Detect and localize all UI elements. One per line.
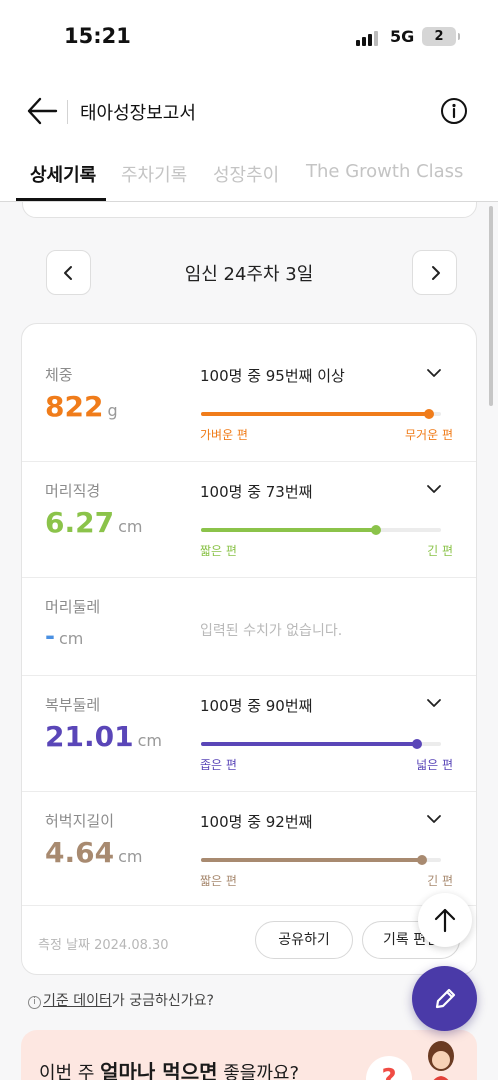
status-bar: 15:21 5G 2: [0, 0, 498, 72]
scrollbar[interactable]: [489, 206, 493, 406]
percentile-marker: [424, 409, 434, 419]
measurement-card: 체중 822 g 100명 중 95번째 이상 가벼운 편 무거운 편 머리직경 …: [21, 323, 477, 975]
promo-banner[interactable]: 이번 주 얼마나 먹으면 좋을까요? ?: [21, 1030, 477, 1080]
metric-head-circumference: 머리둘레 - cm 입력된 수치가 없습니다.: [22, 578, 476, 676]
scale-left-label: 가벼운 편: [200, 428, 248, 442]
metric-unit: cm: [118, 847, 143, 866]
percentile-bar: [201, 409, 441, 419]
metric-unit: cm: [58, 629, 84, 648]
share-button[interactable]: 공유하기: [255, 921, 353, 959]
content-area[interactable]: 임신 24주차 3일 체중 822 g 100명 중 95번째 이상 가벼운 편 …: [0, 202, 498, 1080]
metric-value: - cm: [45, 622, 84, 650]
signal-icon: [356, 30, 382, 46]
status-time: 15:21: [64, 24, 131, 48]
metric-abdominal-circumference[interactable]: 복부둘레 21.01 cm 100명 중 90번째 좁은 편 넓은 편: [22, 676, 476, 792]
rank-text: 100명 중 90번째: [200, 697, 313, 715]
tab-weekly[interactable]: 주차기록: [121, 161, 187, 187]
previous-card: [22, 202, 477, 218]
metric-value: 822 g: [45, 390, 118, 423]
metric-unit: cm: [118, 517, 143, 536]
percentile-marker: [416, 855, 427, 865]
metric-name: 허벅지길이: [45, 812, 115, 830]
scale-right-label: 긴 편: [427, 544, 453, 558]
back-button[interactable]: [26, 96, 58, 126]
info-icon: [441, 98, 467, 124]
metric-name: 체중: [45, 366, 73, 384]
standard-data-text: 가 궁금하신가요?: [111, 993, 214, 1009]
scale-right-label: 긴 편: [427, 874, 453, 888]
write-record-button[interactable]: [412, 966, 477, 1031]
metric-unit: g: [107, 401, 118, 420]
percentile-bar: [201, 525, 441, 535]
tab-growth-class[interactable]: The Growth Class: [306, 161, 463, 182]
rank-text: 100명 중 92번째: [200, 813, 313, 831]
metric-value: 21.01 cm: [45, 720, 162, 753]
battery-level: 2: [434, 29, 444, 44]
battery-icon: 2: [422, 27, 460, 46]
percentile-bar: [201, 739, 441, 749]
rank-text: 100명 중 95번째 이상: [200, 367, 345, 385]
info-small-icon: i: [28, 996, 41, 1009]
back-arrow-icon: [27, 97, 58, 125]
chevron-right-icon: [432, 266, 440, 280]
percentile-fill: [201, 528, 377, 532]
chevron-down-icon[interactable]: [426, 698, 442, 708]
metric-name: 머리둘레: [45, 598, 101, 616]
scale-left-label: 짧은 편: [200, 874, 237, 888]
promo-text: 이번 주 얼마나 먹으면 좋을까요?: [39, 1056, 299, 1080]
metric-head-diameter[interactable]: 머리직경 6.27 cm 100명 중 73번째 짧은 편 긴 편: [22, 462, 476, 578]
metric-unit: cm: [137, 731, 162, 750]
standard-data-link[interactable]: 기준 데이터: [43, 993, 112, 1009]
header-divider: [67, 100, 68, 124]
scroll-to-top-button[interactable]: [418, 893, 472, 947]
promo-highlight: 얼마나 먹으면: [100, 1060, 218, 1080]
standard-data-row: i 기준 데이터가 궁금하신가요?: [28, 990, 214, 1010]
info-button[interactable]: [440, 97, 468, 125]
tab-bar: 상세기록 주차기록 성장추이 The Growth Class: [0, 150, 498, 202]
card-footer: 측정 날짜 2024.08.30 공유하기 기록 편집: [22, 906, 476, 974]
metric-value: 6.27 cm: [45, 506, 143, 539]
no-data-text: 입력된 수치가 없습니다.: [200, 623, 343, 639]
next-week-button[interactable]: [412, 250, 457, 295]
question-badge-icon: ?: [366, 1056, 412, 1080]
scale-right-label: 무거운 편: [405, 428, 453, 442]
metric-value: 4.64 cm: [45, 836, 143, 869]
metric-name: 복부둘레: [45, 696, 101, 714]
app-header: 태아성장보고서: [0, 72, 498, 150]
rank-text: 100명 중 73번째: [200, 483, 313, 501]
tab-trend[interactable]: 성장추이: [213, 161, 279, 187]
metric-femur-length[interactable]: 허벅지길이 4.64 cm 100명 중 92번째 짧은 편 긴 편: [22, 792, 476, 906]
percentile-bar: [201, 855, 441, 865]
chevron-down-icon[interactable]: [426, 368, 442, 378]
percentile-marker: [371, 525, 382, 535]
chevron-down-icon[interactable]: [426, 484, 442, 494]
scale-left-label: 좁은 편: [200, 758, 237, 772]
active-tab-indicator: [16, 198, 106, 201]
percentile-fill: [201, 742, 417, 746]
tab-detail[interactable]: 상세기록: [30, 161, 96, 187]
metric-name: 머리직경: [45, 482, 101, 500]
percentile-marker: [412, 739, 422, 749]
character-illustration: [428, 1041, 454, 1080]
metric-weight[interactable]: 체중 822 g 100명 중 95번째 이상 가벼운 편 무거운 편: [22, 324, 476, 462]
network-label: 5G: [390, 27, 415, 46]
page-title: 태아성장보고서: [80, 103, 196, 124]
arrow-up-icon: [434, 908, 456, 933]
scale-left-label: 짧은 편: [200, 544, 237, 558]
percentile-fill: [201, 858, 422, 862]
percentile-fill: [201, 412, 429, 416]
scale-right-label: 넓은 편: [416, 758, 453, 772]
pencil-icon: [435, 988, 456, 1009]
week-navigator: 임신 24주차 3일: [0, 250, 498, 296]
chevron-down-icon[interactable]: [426, 814, 442, 824]
measure-date: 측정 날짜 2024.08.30: [38, 938, 169, 953]
